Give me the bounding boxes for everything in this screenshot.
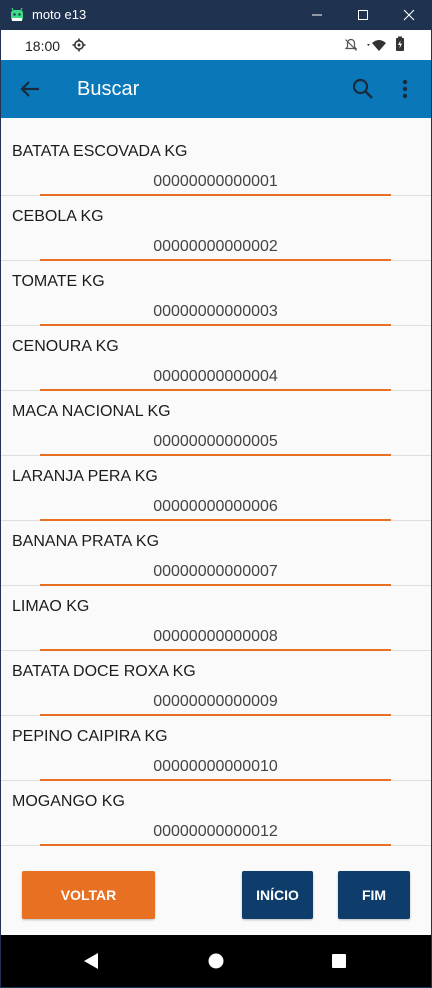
item-name: LIMAO KG xyxy=(12,598,90,615)
arrow-back-icon[interactable] xyxy=(17,75,45,103)
wifi-icon xyxy=(367,40,386,51)
item-name: BATATA ESCOVADA KG xyxy=(12,143,188,160)
minimize-button[interactable] xyxy=(294,0,340,30)
item-name: LARANJA PERA KG xyxy=(12,468,158,485)
page-title: Buscar xyxy=(77,78,140,100)
close-icon xyxy=(403,9,415,21)
list-item[interactable]: CEBOLA KG 00000000000002 xyxy=(1,196,431,261)
minimize-icon xyxy=(312,14,322,16)
notifications-off-icon xyxy=(344,38,358,51)
status-bar: 18:00 xyxy=(1,30,431,60)
item-name: BANANA PRATA KG xyxy=(12,533,160,550)
item-name: MOGANGO KG xyxy=(12,793,125,810)
product-list: BATATA ESCOVADA KG 00000000000001 CEBOLA… xyxy=(1,131,431,848)
list-item[interactable]: LARANJA PERA KG 00000000000006 xyxy=(1,456,431,521)
more-vert-icon[interactable] xyxy=(396,76,414,102)
item-code: 00000000000002 xyxy=(153,238,278,255)
item-code: 00000000000003 xyxy=(153,303,278,320)
window-title: moto e13 xyxy=(32,7,87,22)
app-bar: Buscar xyxy=(1,60,431,118)
item-code: 00000000000005 xyxy=(153,433,278,450)
search-icon[interactable] xyxy=(350,76,376,102)
item-name: MACA NACIONAL KG xyxy=(12,403,171,420)
maximize-icon xyxy=(358,10,368,20)
list-item[interactable]: MACA NACIONAL KG 00000000000005 xyxy=(1,391,431,456)
item-code: 00000000000004 xyxy=(153,368,278,385)
android-icon xyxy=(11,7,23,21)
bottom-action-bar: VOLTAR INÍCIO FIM xyxy=(1,848,431,935)
item-code: 00000000000008 xyxy=(153,628,278,645)
list-item[interactable]: BATATA DOCE ROXA KG 00000000000009 xyxy=(1,651,431,716)
item-name: CENOURA KG xyxy=(12,338,119,355)
list-item[interactable]: TOMATE KG 00000000000003 xyxy=(1,261,431,326)
item-code: 00000000000010 xyxy=(153,758,278,775)
battery-icon xyxy=(396,36,404,51)
item-code: 00000000000009 xyxy=(153,693,278,710)
voltar-button[interactable]: VOLTAR xyxy=(22,871,155,919)
item-underline xyxy=(40,844,391,846)
maximize-button[interactable] xyxy=(340,0,386,30)
close-button[interactable] xyxy=(386,0,432,30)
item-name: BATATA DOCE ROXA KG xyxy=(12,663,196,680)
window-titlebar: moto e13 xyxy=(0,0,432,30)
item-code: 00000000000006 xyxy=(153,498,278,515)
list-item[interactable]: LIMAO KG 00000000000008 xyxy=(1,586,431,651)
nav-home-icon[interactable] xyxy=(204,949,228,973)
inicio-button[interactable]: INÍCIO xyxy=(242,871,313,919)
system-navigation-bar xyxy=(1,935,431,987)
phone-screen: 18:00 Buscar BATATA ESCOVADA KG 00000000… xyxy=(1,30,431,987)
item-name: CEBOLA KG xyxy=(12,208,104,225)
item-code: 00000000000012 xyxy=(153,823,278,840)
list-item[interactable]: MOGANGO KG 00000000000012 xyxy=(1,781,431,846)
item-code: 00000000000007 xyxy=(153,563,278,580)
item-name: PEPINO CAIPIRA KG xyxy=(12,728,168,745)
list-item[interactable]: BANANA PRATA KG 00000000000007 xyxy=(1,521,431,586)
item-code: 00000000000001 xyxy=(153,173,278,190)
list-item[interactable]: PEPINO CAIPIRA KG 00000000000010 xyxy=(1,716,431,781)
status-time: 18:00 xyxy=(25,38,61,54)
settings-gear-icon xyxy=(72,38,86,52)
list-item[interactable]: CENOURA KG 00000000000004 xyxy=(1,326,431,391)
list-item[interactable]: BATATA ESCOVADA KG 00000000000001 xyxy=(1,131,431,196)
nav-back-icon[interactable] xyxy=(79,949,103,973)
nav-recents-icon[interactable] xyxy=(327,949,351,973)
item-name: TOMATE KG xyxy=(12,273,105,290)
fim-button[interactable]: FIM xyxy=(338,871,410,919)
